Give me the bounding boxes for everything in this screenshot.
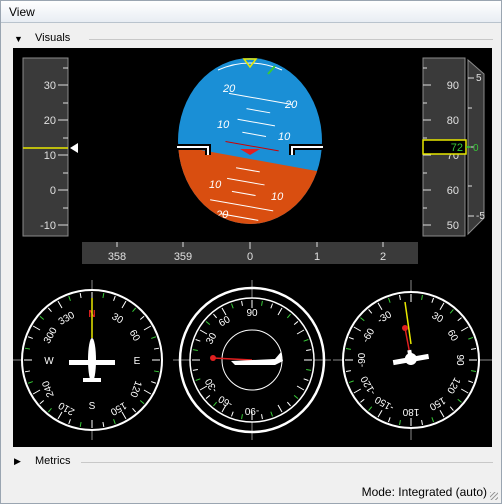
pitch-label: 10 [278, 131, 291, 143]
heading-tick-label: 2 [380, 251, 386, 263]
attitude-indicator: 20 10 10 20 10 10 20 20 [177, 58, 323, 233]
resize-grip[interactable] [490, 492, 498, 500]
pitch-label: 20 [222, 83, 236, 95]
mode-status: Mode: Integrated (auto) [361, 485, 487, 499]
right-tape-tick-label: 90 [447, 80, 459, 92]
roll-dial-label: 180 [402, 406, 419, 417]
compass-heading: 330 N 30 60 E 120 150 S 210 240 W 300 [13, 280, 163, 440]
heading-tick-label: 0 [247, 251, 253, 263]
left-tape-pointer-icon [70, 143, 78, 153]
group-divider [89, 39, 493, 40]
left-tape-tick-label: 0 [50, 185, 56, 197]
pitch-label: 10 [209, 179, 222, 191]
vsi-readout: 0 [473, 143, 479, 154]
heading-tick-label: 358 [108, 251, 126, 263]
visuals-panel: 30 20 10 0 -10 90 80 70 60 50 72 5 -5 0 … [13, 48, 492, 447]
heading-tick-label: 359 [174, 251, 192, 263]
roll-dial-label: 90 [454, 354, 465, 366]
pitch-dial: 90 60 30 -30 -60 -90 [173, 280, 331, 440]
right-tape: 90 80 70 60 50 72 [422, 57, 467, 237]
pitch-label: 10 [271, 191, 284, 203]
pitch-label: 20 [215, 209, 229, 221]
left-tape-tick-label: 10 [44, 150, 56, 162]
expanded-triangle-icon[interactable]: ▼ [14, 34, 23, 44]
right-tape-tick-label: 60 [447, 185, 459, 197]
view-window: View ▼ Visuals 30 20 10 0 -10 90 80 70 6… [0, 0, 502, 504]
vsi-tick-label: -5 [476, 211, 485, 222]
left-tape-tick-label: -10 [40, 220, 56, 232]
metrics-label: Metrics [35, 455, 71, 467]
compass-cardinal-south: S [89, 401, 96, 412]
collapsed-triangle-icon[interactable]: ▶ [14, 456, 21, 467]
roll-dial: 30 60 90 120 150 180 -150 -120 -90 -60 -… [333, 280, 492, 440]
pitch-dial-label: -90 [244, 405, 259, 416]
vertical-speed-indicator: 5 -5 0 [466, 58, 485, 236]
pitch-label: 10 [217, 119, 230, 131]
visuals-label: Visuals [35, 32, 71, 44]
vsi-tick-label: 5 [476, 73, 482, 84]
visuals-group-header[interactable]: ▼ Visuals [11, 32, 493, 46]
window-title: View [9, 5, 35, 19]
group-divider [81, 462, 493, 463]
heading-tick-label: 1 [314, 251, 320, 263]
left-tape: 30 20 10 0 -10 [22, 57, 78, 237]
heading-tape: 358 359 0 1 2 [82, 242, 418, 264]
left-tape-tick-label: 30 [44, 80, 56, 92]
roll-dial-label: -90 [357, 352, 368, 367]
right-tape-tick-label: 50 [447, 220, 459, 232]
pitch-label: 20 [266, 221, 280, 233]
window-titlebar: View [1, 1, 501, 23]
pitch-label: 20 [284, 99, 298, 111]
compass-cardinal-east: E [134, 356, 141, 367]
right-tape-tick-label: 80 [447, 115, 459, 127]
pitch-dial-label: 90 [246, 308, 258, 319]
compass-cardinal-west: W [44, 356, 54, 367]
left-tape-tick-label: 20 [44, 115, 56, 127]
right-tape-readout: 72 [451, 142, 463, 154]
metrics-group-header[interactable]: ▶ Metrics [11, 455, 493, 469]
